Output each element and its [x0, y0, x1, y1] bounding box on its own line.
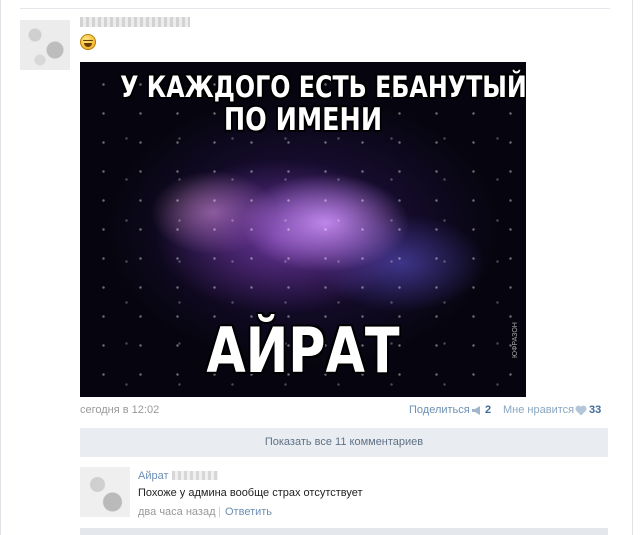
- comment-author-surname-redacted: [172, 471, 218, 480]
- laughing-emoji-icon: [80, 34, 96, 50]
- show-all-comments-button[interactable]: Показать все 11 комментариев: [80, 428, 608, 457]
- like-button[interactable]: Мне нравится: [503, 404, 574, 416]
- heart-icon[interactable]: [575, 405, 587, 416]
- image-watermark: ЮФРАЗОН: [512, 322, 519, 358]
- post-image[interactable]: У КАЖДОГО ЕСТЬ ЕБАНУТЫЙ ДРУГ ПО ИМЕНИ АЙ…: [80, 62, 526, 397]
- left-border: [0, 0, 1, 535]
- right-border: [632, 0, 633, 535]
- comment-author-avatar[interactable]: [80, 467, 130, 517]
- meme-caption-bottom: АЙРАТ: [206, 314, 400, 387]
- meme-caption-top: У КАЖДОГО ЕСТЬ ЕБАНУТЫЙ ДРУГ: [120, 70, 526, 104]
- post-date[interactable]: сегодня в 12:02: [80, 404, 159, 416]
- meme-caption-middle: ПО ИМЕНИ: [223, 102, 383, 138]
- reply-button[interactable]: Ответить: [225, 506, 272, 518]
- post-author-name-redacted[interactable]: [80, 17, 190, 27]
- top-divider: [20, 8, 610, 9]
- comment-author-name[interactable]: Айрат: [138, 470, 169, 482]
- comment-input-area[interactable]: [80, 528, 608, 535]
- like-count: 33: [589, 404, 602, 416]
- comment-text: Похоже у админа вообще страх отсутствует: [138, 487, 363, 499]
- comment-separator: |: [218, 506, 221, 518]
- post-author-avatar[interactable]: [20, 20, 70, 70]
- share-button[interactable]: Поделиться: [409, 404, 470, 416]
- comment-timestamp[interactable]: два часа назад: [138, 506, 215, 518]
- share-count: 2: [485, 404, 492, 416]
- megaphone-icon[interactable]: [471, 406, 482, 415]
